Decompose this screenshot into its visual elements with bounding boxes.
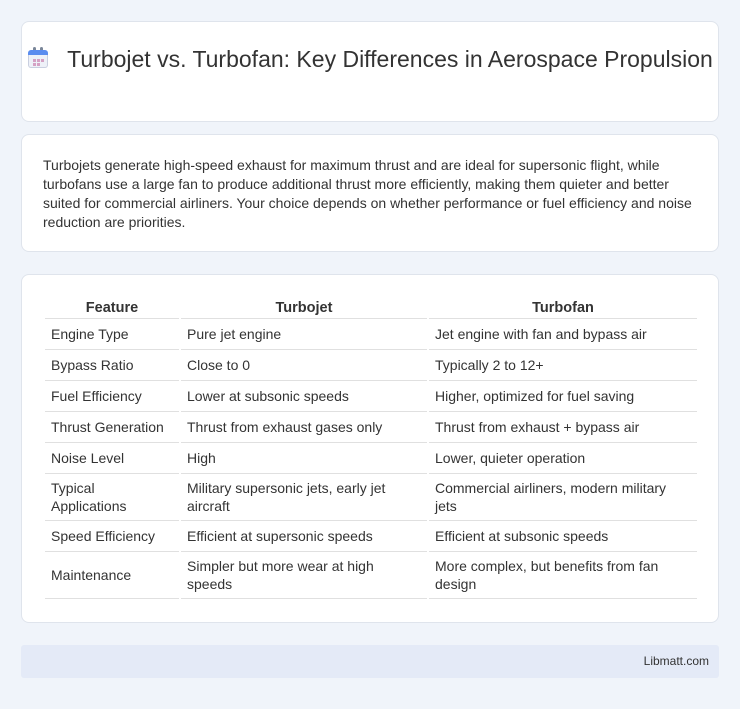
- table-row: Speed Efficiency Efficient at supersonic…: [45, 521, 697, 552]
- turbojet-cell: Lower at subsonic speeds: [181, 381, 427, 412]
- intro-paragraph: Turbojets generate high-speed exhaust fo…: [43, 157, 692, 230]
- footer-source: Libmatt.com: [643, 654, 709, 668]
- table-row: Noise Level High Lower, quieter operatio…: [45, 443, 697, 474]
- turbofan-cell: Higher, optimized for fuel saving: [429, 381, 697, 412]
- table-header-row: Feature Turbojet Turbofan: [45, 295, 697, 319]
- table-row: Maintenance Simpler but more wear at hig…: [45, 552, 697, 599]
- calendar-icon: [27, 47, 49, 69]
- feature-cell: Thrust Generation: [45, 412, 179, 443]
- header-feature: Feature: [45, 295, 179, 319]
- turbojet-cell: Close to 0: [181, 350, 427, 381]
- turbojet-cell: High: [181, 443, 427, 474]
- intro-card: Turbojets generate high-speed exhaust fo…: [21, 134, 719, 252]
- feature-cell: Speed Efficiency: [45, 521, 179, 552]
- feature-cell: Typical Applications: [45, 474, 179, 521]
- turbofan-cell: Commercial airliners, modern military je…: [429, 474, 697, 521]
- feature-cell: Fuel Efficiency: [45, 381, 179, 412]
- header-turbofan: Turbofan: [429, 295, 697, 319]
- turbojet-cell: Military supersonic jets, early jet airc…: [181, 474, 427, 521]
- turbofan-cell: Jet engine with fan and bypass air: [429, 319, 697, 350]
- table-row: Thrust Generation Thrust from exhaust ga…: [45, 412, 697, 443]
- turbojet-cell: Simpler but more wear at high speeds: [181, 552, 427, 599]
- page-title: Turbojet vs. Turbofan: Key Differences i…: [67, 46, 713, 72]
- turbofan-cell: Typically 2 to 12+: [429, 350, 697, 381]
- feature-cell: Engine Type: [45, 319, 179, 350]
- table-row: Typical Applications Military supersonic…: [45, 474, 697, 521]
- turbojet-cell: Pure jet engine: [181, 319, 427, 350]
- turbofan-cell: Efficient at subsonic speeds: [429, 521, 697, 552]
- table-row: Engine Type Pure jet engine Jet engine w…: [45, 319, 697, 350]
- feature-cell: Noise Level: [45, 443, 179, 474]
- table-row: Fuel Efficiency Lower at subsonic speeds…: [45, 381, 697, 412]
- turbojet-cell: Efficient at supersonic speeds: [181, 521, 427, 552]
- comparison-table: Feature Turbojet Turbofan Engine Type Pu…: [43, 295, 699, 599]
- turbofan-cell: Thrust from exhaust + bypass air: [429, 412, 697, 443]
- page-title-wrap: Turbojet vs. Turbofan: Key Differences i…: [22, 45, 718, 74]
- header-turbojet: Turbojet: [181, 295, 427, 319]
- footer-bar: Libmatt.com: [21, 645, 719, 678]
- feature-cell: Maintenance: [45, 552, 179, 599]
- turbofan-cell: More complex, but benefits from fan desi…: [429, 552, 697, 599]
- turbojet-cell: Thrust from exhaust gases only: [181, 412, 427, 443]
- table-row: Bypass Ratio Close to 0 Typically 2 to 1…: [45, 350, 697, 381]
- title-card: Turbojet vs. Turbofan: Key Differences i…: [21, 21, 719, 122]
- turbofan-cell: Lower, quieter operation: [429, 443, 697, 474]
- comparison-card: Feature Turbojet Turbofan Engine Type Pu…: [21, 274, 719, 623]
- feature-cell: Bypass Ratio: [45, 350, 179, 381]
